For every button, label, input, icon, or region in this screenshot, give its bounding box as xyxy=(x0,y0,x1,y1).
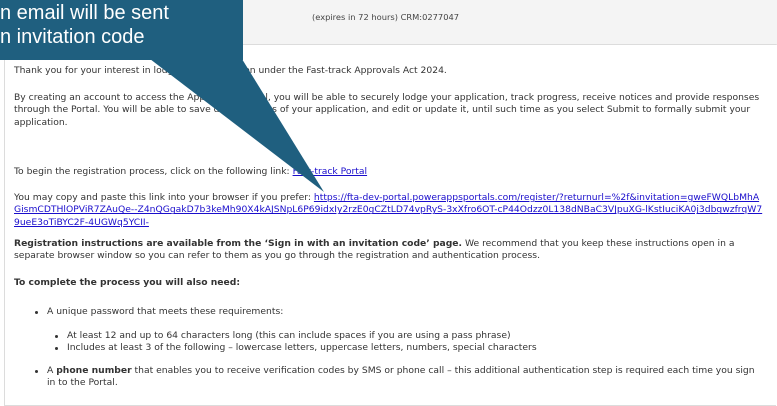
copy-link-paragraph: You may copy and paste this link into yo… xyxy=(14,192,766,229)
phone-requirement-item: A phone number that enables you to recei… xyxy=(34,365,764,390)
registration-start-text: To begin the registration process, click… xyxy=(14,166,293,177)
callout-text: n email will be sent n invitation code xyxy=(0,0,243,49)
password-sub-list: At least 12 and up to 64 characters long… xyxy=(54,330,764,355)
email-subject: (expires in 72 hours) CRM:0277047 xyxy=(312,12,460,22)
list-item: Includes at least 3 of the following – l… xyxy=(54,342,764,354)
phone-number-bold: phone number xyxy=(56,365,132,376)
callout-line-1: n email will be sent xyxy=(0,2,169,24)
thank-you-paragraph: Thank you for your interest in lodging a… xyxy=(14,65,447,76)
portal-intro-paragraph: By creating an account to access the App… xyxy=(14,92,760,128)
registration-start-paragraph: To begin the registration process, click… xyxy=(14,166,367,178)
list-item: At least 12 and up to 64 characters long… xyxy=(54,330,764,342)
list-item: A phone number that enables you to recei… xyxy=(34,365,764,390)
list-item: A unique password that meets these requi… xyxy=(34,306,764,318)
fast-track-portal-link[interactable]: Fast-track Portal xyxy=(293,166,367,177)
callout-line-2: n invitation code xyxy=(0,26,145,48)
phone-requirement-text: that enables you to receive verification… xyxy=(47,365,755,389)
password-requirement-item: A unique password that meets these requi… xyxy=(34,306,764,318)
requirements-heading: To complete the process you will also ne… xyxy=(14,277,241,288)
copy-link-text: You may copy and paste this link into yo… xyxy=(14,192,314,203)
registration-instructions-paragraph: Registration instructions are available … xyxy=(14,238,766,263)
phone-requirement-prefix: A xyxy=(47,365,57,376)
callout-box: n email will be sent n invitation code xyxy=(0,0,243,60)
registration-instructions-bold: Registration instructions are available … xyxy=(14,238,463,249)
